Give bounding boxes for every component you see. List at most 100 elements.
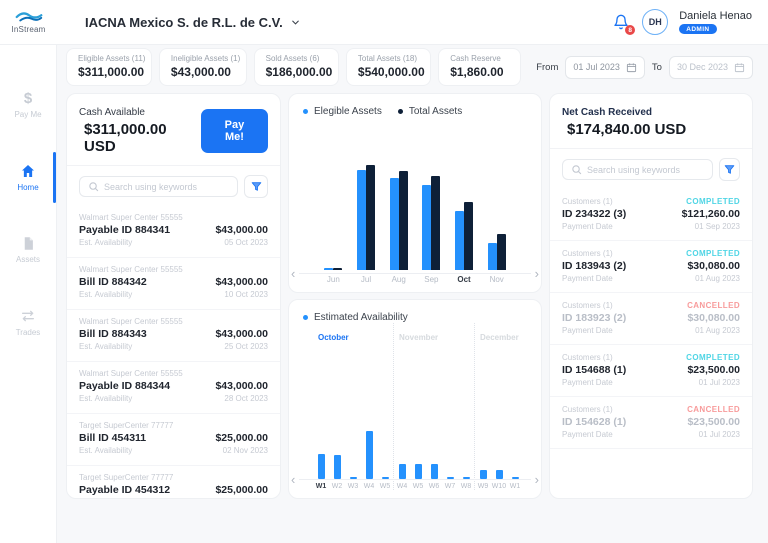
total-assets-bar[interactable] <box>431 175 441 270</box>
bar-pair <box>487 158 506 270</box>
notifications-button[interactable]: 8 <box>611 12 636 35</box>
elegible-assets-bar[interactable] <box>422 184 432 270</box>
payment-date-label: Payment Date <box>562 430 613 439</box>
chart-prev-button[interactable]: ‹ <box>291 267 295 280</box>
user-info[interactable]: Daniela Henao ADMIN <box>679 10 752 34</box>
payment-date-label: Payment Date <box>562 274 613 283</box>
receipt-id: ID 183923 (2) <box>562 312 627 324</box>
total-assets-bar[interactable] <box>464 201 474 270</box>
week-tick-label: W2 <box>331 483 343 490</box>
payable-list-item[interactable]: Walmart Super Center 55555 Payable ID 884… <box>67 206 280 258</box>
receipts-filter-button[interactable] <box>719 158 740 181</box>
payable-id: Payable ID 884344 <box>79 380 171 392</box>
legend-estimated-availability[interactable]: Estimated Availability <box>303 312 408 323</box>
payable-amount: $43,000.00 <box>215 224 268 236</box>
availability-bar[interactable] <box>495 470 503 479</box>
elegible-assets-bar[interactable] <box>324 267 334 270</box>
payables-filter-button[interactable] <box>244 175 268 198</box>
sidebar-item-assets[interactable]: Assets <box>0 231 56 269</box>
receipt-list-item[interactable]: Customers (1) COMPLETED ID 183943 (2) $30,0… <box>550 241 752 293</box>
week-tick-label: W8 <box>460 483 472 490</box>
company-name: IACNA Mexico S. de R.L. de C.V. <box>85 14 283 30</box>
receipt-list-item[interactable]: Customers (1) COMPLETED ID 154688 (1) $23,5… <box>550 345 752 397</box>
month-bar-group: Jul <box>350 158 383 284</box>
stat-card-ineligible-assets[interactable]: Ineligible Assets (1) $43,000.00 <box>158 48 247 86</box>
date-range: From 01 Jul 2023 To 30 Dec 2023 <box>536 55 753 79</box>
legend-total-assets[interactable]: Total Assets <box>397 106 462 117</box>
legend-dot-icon <box>303 109 308 114</box>
availability-bar[interactable] <box>365 431 373 479</box>
total-assets-bar[interactable] <box>366 164 375 270</box>
sidebar: $ Pay Me Home Assets Trades <box>0 45 57 543</box>
receipt-main-row: ID 154688 (1) $23,500.00 <box>562 364 740 376</box>
net-cash-label: Net Cash Received <box>562 107 653 118</box>
total-assets-bar[interactable] <box>496 234 506 270</box>
assets-chart-card: Elegible Assets Total Assets Jun Jul Aug Se… <box>288 93 542 293</box>
brand-logo: InStream <box>0 10 57 34</box>
payable-list-item[interactable]: Target SuperCenter 77777 Payable ID 45431… <box>67 466 280 498</box>
receipt-list-item[interactable]: Customers (1) CANCELLED ID 154628 (1) $23,5… <box>550 397 752 449</box>
receipt-list-item[interactable]: Customers (1) CANCELLED ID 183923 (2) $30,0… <box>550 293 752 345</box>
availability-bar[interactable] <box>430 464 438 479</box>
payable-list-item[interactable]: Target SuperCenter 77777 Bill ID 454311 $2… <box>67 414 280 466</box>
payable-list-item[interactable]: Walmart Super Center 55555 Payable ID 884… <box>67 362 280 414</box>
payable-amount: $25,000.00 <box>215 432 268 444</box>
payable-list-item[interactable]: Walmart Super Center 55555 Bill ID 884342… <box>67 258 280 310</box>
total-assets-bar[interactable] <box>333 267 343 270</box>
sidebar-item-trades[interactable]: Trades <box>0 303 56 342</box>
receipt-list-item[interactable]: Customers (1) COMPLETED ID 234322 (3) $121,… <box>550 189 752 241</box>
availability-bar[interactable] <box>333 455 341 479</box>
stat-label: Cash Reserve <box>450 54 501 63</box>
pay-me-button[interactable]: Pay Me! <box>200 109 268 153</box>
stat-card-cash-reserve[interactable]: Cash Reserve $1,860.00 <box>438 48 522 86</box>
user-name: Daniela Henao <box>679 10 752 22</box>
elegible-assets-bar[interactable] <box>487 243 497 270</box>
availability-month-group: October W1 W2 W3 W4 W5 <box>313 323 393 490</box>
sidebar-item-home[interactable]: Home <box>0 152 56 203</box>
chart-next-button[interactable]: › <box>535 267 539 280</box>
availability-bar[interactable] <box>317 454 325 479</box>
week-tick-label: W4 <box>363 483 375 490</box>
filter-icon <box>724 165 735 174</box>
payable-meta-row: Est. Availability 05 Oct 2023 <box>79 238 268 247</box>
chart-next-button[interactable]: › <box>535 473 539 486</box>
from-date-input[interactable]: 01 Jul 2023 <box>565 55 645 79</box>
payables-search[interactable] <box>79 176 238 197</box>
payable-list-item[interactable]: Walmart Super Center 55555 Bill ID 884343… <box>67 310 280 362</box>
availability-bar[interactable] <box>414 464 422 479</box>
stat-value: $1,860.00 <box>450 65 504 79</box>
payables-search-input[interactable] <box>104 181 229 192</box>
elegible-assets-bar[interactable] <box>455 210 465 270</box>
company-selector[interactable]: IACNA Mexico S. de R.L. de C.V. <box>85 15 301 30</box>
vendor-name: Target SuperCenter 77777 <box>79 421 174 430</box>
avatar[interactable]: DH <box>642 9 669 35</box>
sidebar-item-pay-me[interactable]: $ Pay Me <box>0 87 56 124</box>
payment-date-value: 01 Jul 2023 <box>698 430 740 439</box>
stat-card-sold-assets[interactable]: Sold Assets (6) $186,000.00 <box>253 48 339 86</box>
status-badge: CANCELLED <box>687 405 740 414</box>
elegible-assets-bar[interactable] <box>389 178 399 270</box>
month-bar-group: Nov <box>480 158 513 284</box>
to-date-input[interactable]: 30 Dec 2023 <box>668 55 753 79</box>
availability-chart-card: Estimated Availability October W1 W2 W3 W4 W5… <box>288 299 542 499</box>
legend-elegible-assets[interactable]: Elegible Assets <box>303 106 382 117</box>
stat-card-eligible-assets[interactable]: Eligible Assets (11) $311,000.00 <box>66 48 152 86</box>
bar-pair <box>357 158 375 270</box>
availability-bar[interactable] <box>398 464 406 479</box>
payable-meta-row: Est. Availability 28 Oct 2023 <box>79 394 268 403</box>
availability-bar[interactable] <box>479 470 487 479</box>
receipt-main-row: ID 234322 (3) $121,260.00 <box>562 208 740 220</box>
stat-card-total-assets[interactable]: Total Assets (18) $540,000.00 <box>345 48 432 86</box>
search-icon <box>89 182 99 192</box>
week-tick-label: W4 <box>396 483 408 490</box>
home-icon <box>22 165 34 177</box>
receipt-id: ID 154688 (1) <box>562 364 627 376</box>
chart-prev-button[interactable]: ‹ <box>291 473 295 486</box>
receipt-id: ID 183943 (2) <box>562 260 627 272</box>
elegible-assets-bar[interactable] <box>357 170 366 270</box>
receipts-search[interactable] <box>562 159 713 180</box>
receipt-meta-row: Payment Date 01 Aug 2023 <box>562 326 740 335</box>
total-assets-bar[interactable] <box>398 171 408 270</box>
receipts-search-input[interactable] <box>587 164 704 175</box>
month-tick-label: Nov <box>489 275 504 284</box>
